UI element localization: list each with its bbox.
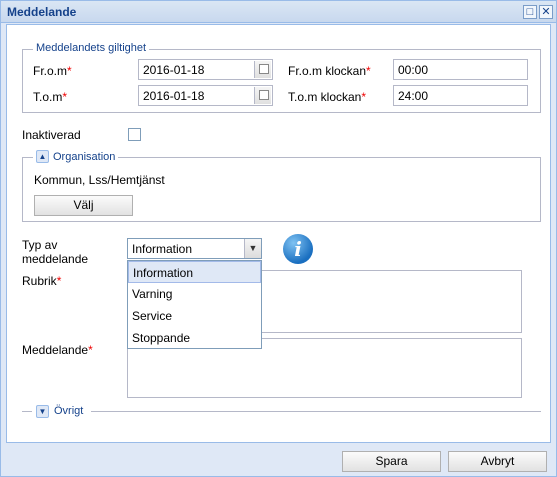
message-label: Meddelande* <box>22 343 93 357</box>
message-type-select[interactable]: Information ▼ <box>127 238 262 259</box>
validity-legend: Meddelandets giltighet <box>33 42 150 54</box>
to-time-field[interactable]: 24:00 <box>393 85 528 106</box>
to-label: T.o.m* <box>33 90 68 104</box>
message-type-selected: Information <box>132 242 193 256</box>
message-dialog: Meddelande □ ✕ Meddelandets giltighet Fr… <box>0 0 557 477</box>
from-label: Fr.o.m* <box>33 64 72 78</box>
close-icon[interactable]: ✕ <box>539 5 553 19</box>
organisation-legend[interactable]: ▲ Organisation <box>33 150 119 163</box>
organisation-value: Kommun, Lss/Hemtjänst <box>34 173 165 187</box>
from-time-label: Fr.o.m klockan* <box>288 64 371 78</box>
message-type-label: Typ av meddelande <box>22 238 89 266</box>
organisation-legend-label: Organisation <box>53 150 116 163</box>
message-type-dropdown: Information Varning Service Stoppande <box>127 260 262 349</box>
collapse-up-icon[interactable]: ▲ <box>36 150 49 163</box>
expand-down-icon[interactable]: ▼ <box>36 405 49 418</box>
ovrigt-legend[interactable]: Övrigt <box>54 405 83 417</box>
rubrik-label: Rubrik* <box>22 274 62 288</box>
dialog-body: Meddelandets giltighet Fr.o.m* 2016-01-1… <box>6 24 551 443</box>
dropdown-option[interactable]: Information <box>128 261 261 283</box>
to-date-value: 2016-01-18 <box>143 89 205 103</box>
from-time-value: 00:00 <box>398 63 429 77</box>
dialog-title: Meddelande <box>7 5 77 19</box>
calendar-icon[interactable] <box>254 61 271 78</box>
ovrigt-divider <box>91 411 541 412</box>
chevron-down-icon[interactable]: ▼ <box>244 239 261 258</box>
info-icon[interactable]: i <box>283 234 313 264</box>
cancel-button[interactable]: Avbryt <box>448 451 547 472</box>
to-time-value: 24:00 <box>398 89 429 103</box>
dropdown-option[interactable]: Varning <box>128 283 261 305</box>
dropdown-option[interactable]: Service <box>128 305 261 327</box>
dialog-footer: Spara Avbryt <box>1 448 556 476</box>
choose-button[interactable]: Välj <box>34 195 133 216</box>
maximize-icon[interactable]: □ <box>523 5 537 19</box>
from-time-field[interactable]: 00:00 <box>393 59 528 80</box>
inactivated-label: Inaktiverad <box>22 128 81 142</box>
from-date-field[interactable]: 2016-01-18 <box>138 59 273 80</box>
calendar-icon[interactable] <box>254 87 271 104</box>
inactivated-checkbox[interactable] <box>128 128 141 141</box>
to-time-label: T.o.m klockan* <box>288 90 367 104</box>
from-date-value: 2016-01-18 <box>143 63 205 77</box>
title-bar[interactable]: Meddelande □ ✕ <box>1 1 556 23</box>
ovrigt-divider <box>22 411 32 412</box>
dropdown-option[interactable]: Stoppande <box>128 327 261 349</box>
save-button[interactable]: Spara <box>342 451 441 472</box>
to-date-field[interactable]: 2016-01-18 <box>138 85 273 106</box>
